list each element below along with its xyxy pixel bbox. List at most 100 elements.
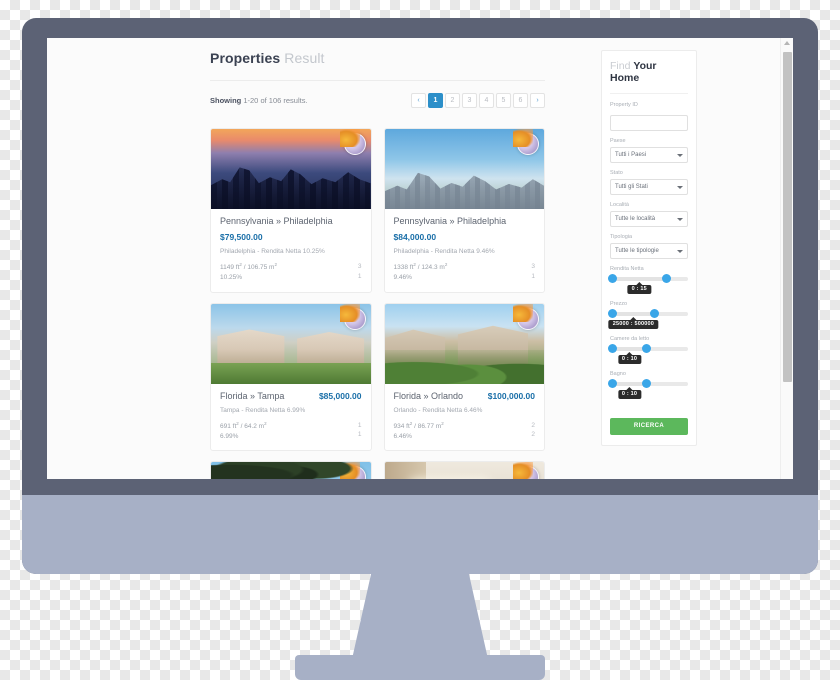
pagination-next[interactable]: › [530, 93, 545, 108]
paese-select[interactable]: Tutti i Paesi [610, 146, 688, 163]
watermark-logo-icon [513, 303, 539, 330]
pagination-page-6[interactable]: 6 [513, 93, 528, 108]
property-card-body: Pennsylvania » Philadelphia $79,500.00 Phi… [211, 209, 371, 292]
property-area: 1149 ft2 / 106.75 m2 [220, 262, 277, 272]
localit-select[interactable]: Tutte le località [610, 210, 688, 227]
slider-label-bagno: Bagno [610, 370, 626, 377]
property-card[interactable]: Pennsylvania » Philadelphia $84,000.00 Phi… [383, 128, 545, 293]
property-location[interactable]: Pennsylvania » Philadelphia [220, 216, 333, 226]
property-card[interactable] [210, 461, 372, 479]
property-photo[interactable] [211, 462, 371, 479]
property-bathrooms: 1 [357, 431, 362, 439]
property-photo[interactable] [384, 462, 544, 479]
sq-superscript: 2 [264, 420, 267, 426]
slider-rail-prezzo[interactable]: 25000 : 500000 [607, 309, 688, 329]
scrollbar-thumb[interactable] [783, 52, 792, 382]
property-location[interactable]: Pennsylvania » Philadelphia [394, 216, 507, 226]
pagination-page-4[interactable]: 4 [479, 93, 494, 108]
main-column: Properties Result Showing 1-20 of 106 re… [210, 38, 545, 479]
field-label-paese: Paese [610, 137, 626, 144]
monitor-chin [22, 495, 818, 574]
property-card[interactable] [383, 461, 545, 479]
slider-label-rendita-netta: Rendita Netta [610, 265, 644, 272]
property-stats: 934 ft2 / 86.77 m2 6.46% 2 2 [394, 414, 536, 442]
slider-bagno: Bagno 0 : 10 [607, 370, 688, 402]
slider-handle-max-rendita-netta[interactable] [661, 274, 671, 284]
localit-selected-value: Tutte le località [615, 215, 656, 222]
property-stats-right: 31 [531, 262, 535, 282]
property-yield-subtitle: Tampa - Rendita Netta 6.99% [220, 406, 306, 414]
property-id-input[interactable] [610, 114, 688, 131]
property-yield-subtitle: Philadelphia - Rendita Netta 9.46% [393, 248, 495, 255]
slider-rail-camere-da-letto[interactable]: 0 : 10 [607, 344, 688, 364]
property-bathrooms: 1 [357, 272, 362, 280]
property-cards-grid: Pennsylvania » Philadelphia $79,500.00 Phi… [210, 118, 545, 479]
screen-viewport: Properties Result Showing 1-20 of 106 re… [47, 38, 793, 479]
showing-label: Showing [210, 96, 242, 105]
property-area: 691 ft2 / 64.2 m2 [220, 420, 267, 430]
search-sidebar: Find Your Home Property ID Paese Tutti i P… [601, 50, 697, 446]
pagination-page-2[interactable]: 2 [445, 93, 460, 108]
stato-select[interactable]: Tutti gli Stati [610, 178, 688, 195]
property-card-body: Florida » Tampa $85,000.00 Tampa - Rendita… [211, 384, 371, 451]
slider-rail-bagno[interactable]: 0 : 10 [607, 379, 688, 399]
field-label-tipologia: Tipologia [610, 233, 633, 240]
property-price: $84,000.00 [393, 232, 437, 242]
property-stats: 1338 ft2 / 124.3 m2 9.46% 3 1 [394, 255, 536, 283]
property-yield-subtitle: Orlando - Rendita Netta 6.46% [393, 406, 483, 414]
pagination-page-3[interactable]: 3 [462, 93, 477, 108]
results-count: Showing 1-20 of 106 results. [210, 96, 308, 105]
property-card[interactable]: Florida » Orlando $100,000.00 Orlando - Re… [383, 302, 545, 452]
monitor-stand-neck [350, 568, 490, 668]
chevron-down-icon[interactable] [677, 249, 683, 253]
pagination[interactable]: ‹ 1 2 3 4 5 6 › [411, 93, 545, 108]
property-title-row: Pennsylvania » Philadelphia $79,500.00 [220, 216, 362, 242]
property-bedrooms: 2 [531, 421, 535, 429]
sq-superscript: 2 [239, 262, 242, 267]
field-label-property-id: Property ID [610, 101, 638, 108]
property-photo[interactable] [384, 129, 544, 209]
slider-tooltip-rendita-netta: 0 : 15 [627, 281, 651, 294]
chevron-down-icon[interactable] [677, 217, 683, 221]
property-area: 1338 ft2 / 124.3 m2 [393, 262, 448, 272]
property-card-body: Florida » Orlando $100,000.00 Orlando - Re… [385, 384, 545, 451]
slider-tooltip-bagno: 0 : 10 [617, 386, 642, 399]
slider-tooltip-prezzo: 25000 : 500000 [608, 316, 659, 329]
scroll-up-arrow-icon[interactable] [784, 41, 790, 45]
property-area: 934 ft2 / 86.77 m2 [393, 420, 444, 430]
sidebar-title-thin: Find [610, 60, 634, 72]
property-stats-right: 11 [358, 421, 362, 441]
pagination-page-1[interactable]: 1 [428, 93, 443, 108]
slider-rail-rendita-netta[interactable]: 0 : 15 [607, 274, 688, 294]
property-photo[interactable] [211, 303, 371, 384]
sq-superscript: 2 [409, 420, 413, 426]
vertical-scrollbar[interactable] [780, 38, 793, 479]
paese-selected-value: Tutti i Paesi [615, 151, 647, 158]
property-location[interactable]: Florida » Tampa [220, 391, 284, 401]
sq-superscript: 2 [444, 262, 448, 267]
property-bathrooms: 2 [531, 431, 535, 439]
property-photo[interactable] [211, 129, 371, 209]
results-bar: Showing 1-20 of 106 results. ‹ 1 2 3 4 5 6 › [210, 80, 545, 118]
property-card[interactable]: Pennsylvania » Philadelphia $79,500.00 Phi… [210, 128, 372, 293]
chevron-down-icon[interactable] [677, 185, 683, 189]
property-location[interactable]: Florida » Orlando [394, 391, 464, 401]
pagination-prev[interactable]: ‹ [411, 93, 426, 108]
property-stats: 691 ft2 / 64.2 m2 6.99% 1 1 [220, 414, 362, 442]
property-title-row: Florida » Orlando $100,000.00 [394, 391, 536, 401]
slider-label-camere-da-letto: Camere da letto [610, 335, 650, 342]
property-card[interactable]: Florida » Tampa $85,000.00 Tampa - Rendita… [210, 302, 372, 452]
search-button[interactable]: RICERCA [610, 417, 688, 435]
chevron-down-icon[interactable] [677, 153, 683, 157]
search-field: Stato Tutti gli Stati [610, 170, 688, 195]
tipologia-select[interactable]: Tutte le tipologie [610, 242, 688, 259]
sq-superscript: 2 [274, 262, 277, 267]
pagination-page-5[interactable]: 5 [496, 93, 511, 108]
slider-fill-prezzo [612, 311, 655, 316]
field-label-stato: Stato [610, 169, 623, 176]
property-bedrooms: 3 [357, 263, 362, 270]
property-photo[interactable] [384, 303, 544, 384]
property-price: $100,000.00 [487, 390, 535, 401]
property-stats-right: 31 [358, 262, 362, 282]
stato-selected-value: Tutti gli Stati [615, 183, 648, 190]
